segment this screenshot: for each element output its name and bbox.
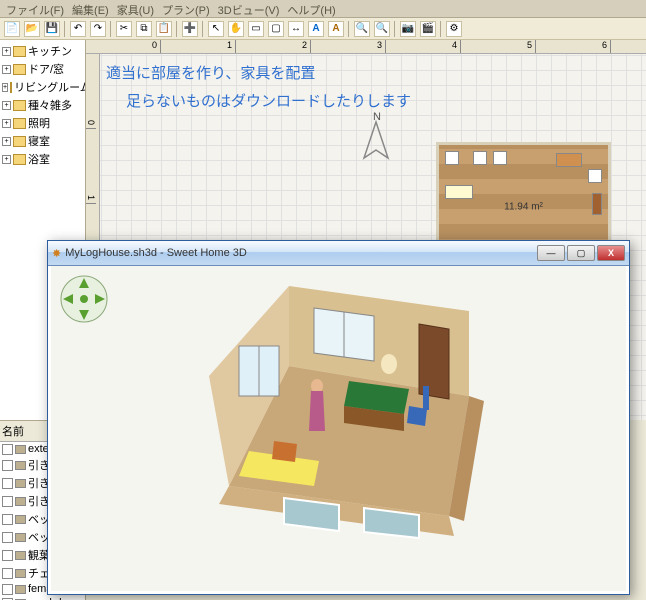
- select-icon[interactable]: ↖: [208, 21, 224, 37]
- 3d-view-window[interactable]: ✸ MyLogHouse.sh3d - Sweet Home 3D — ▢ X: [47, 240, 630, 595]
- expand-icon[interactable]: +: [2, 137, 11, 146]
- folder-icon: [13, 46, 26, 57]
- expand-icon[interactable]: +: [2, 83, 8, 92]
- menu-3dview[interactable]: 3Dビュー(V): [216, 2, 282, 15]
- folder-icon: [13, 154, 26, 165]
- 3d-room: [179, 286, 499, 546]
- expand-icon[interactable]: +: [2, 155, 11, 164]
- nav-widget[interactable]: [59, 274, 109, 324]
- tree-item-bath[interactable]: 浴室: [28, 151, 50, 167]
- annotation-1: 適当に部屋を作り、家具を配置: [106, 62, 315, 83]
- folder-icon: [13, 118, 26, 129]
- plan-door[interactable]: [592, 193, 602, 215]
- plan-chair[interactable]: [588, 169, 602, 183]
- expand-icon[interactable]: +: [2, 101, 11, 110]
- undo-icon[interactable]: ↶: [70, 21, 86, 37]
- compass-icon[interactable]: N: [356, 110, 396, 168]
- menu-plan[interactable]: プラン(P): [160, 2, 212, 15]
- folder-icon: [10, 82, 12, 93]
- room-icon[interactable]: ▢: [268, 21, 284, 37]
- dimension-icon[interactable]: ↔: [288, 21, 304, 37]
- close-button[interactable]: X: [597, 245, 625, 261]
- text-icon-2[interactable]: A: [328, 21, 344, 37]
- video-icon[interactable]: 🎬: [420, 21, 436, 37]
- folder-icon: [13, 136, 26, 147]
- menu-file[interactable]: ファイル(F): [4, 2, 66, 15]
- menu-bar: ファイル(F) 編集(E) 家具(U) プラン(P) 3Dビュー(V) ヘルプ(…: [0, 0, 646, 18]
- open-icon[interactable]: 📂: [24, 21, 40, 37]
- folder-icon: [13, 64, 26, 75]
- tree-item-doors[interactable]: ドア/窓: [28, 61, 64, 77]
- expand-icon[interactable]: +: [2, 47, 11, 56]
- 3d-viewport[interactable]: [51, 266, 626, 591]
- menu-help[interactable]: ヘルプ(H): [285, 2, 337, 15]
- ruler-horizontal: 0123456: [86, 40, 646, 54]
- settings-icon[interactable]: ⚙: [446, 21, 462, 37]
- text-icon[interactable]: A: [308, 21, 324, 37]
- room-area-label: 11.94 m²: [504, 202, 543, 213]
- photo-icon[interactable]: 📷: [400, 21, 416, 37]
- new-icon[interactable]: 📄: [4, 21, 20, 37]
- menu-edit[interactable]: 編集(E): [70, 2, 111, 15]
- pan-icon[interactable]: ✋: [228, 21, 244, 37]
- tree-item-misc[interactable]: 種々雑多: [28, 97, 72, 113]
- redo-icon[interactable]: ↷: [90, 21, 106, 37]
- tree-item-lights[interactable]: 照明: [28, 115, 50, 131]
- plan-bed[interactable]: [445, 185, 473, 199]
- cut-icon[interactable]: ✂: [116, 21, 132, 37]
- add-furniture-icon[interactable]: ➕: [182, 21, 198, 37]
- modified-icon: ✸: [52, 247, 61, 260]
- folder-icon: [13, 100, 26, 111]
- titlebar[interactable]: ✸ MyLogHouse.sh3d - Sweet Home 3D — ▢ X: [48, 241, 629, 266]
- wall-icon[interactable]: ▭: [248, 21, 264, 37]
- tree-item-kitchen[interactable]: キッチン: [28, 43, 72, 59]
- list-item[interactable]: porch-l: [0, 596, 85, 600]
- copy-icon[interactable]: ⧉: [136, 21, 152, 37]
- menu-furniture[interactable]: 家具(U): [115, 2, 156, 15]
- plan-furniture[interactable]: [445, 151, 459, 165]
- svg-text:N: N: [373, 111, 381, 123]
- maximize-button[interactable]: ▢: [567, 245, 595, 261]
- expand-icon[interactable]: +: [2, 119, 11, 128]
- zoom-in-icon[interactable]: 🔍: [374, 21, 390, 37]
- toolbar: 📄 📂 💾 ↶ ↷ ✂ ⧉ 📋 ➕ ↖ ✋ ▭ ▢ ↔ A A 🔍 🔍 📷 🎬 …: [0, 18, 646, 40]
- plan-furniture[interactable]: [493, 151, 507, 165]
- plan-furniture[interactable]: [473, 151, 487, 165]
- zoom-out-icon[interactable]: 🔍: [354, 21, 370, 37]
- tree-item-bedroom[interactable]: 寝室: [28, 133, 50, 149]
- annotation-2: 足らないものはダウンロードしたりします: [126, 90, 411, 111]
- plan-desk[interactable]: [556, 153, 582, 167]
- window-title: MyLogHouse.sh3d - Sweet Home 3D: [65, 247, 537, 259]
- minimize-button[interactable]: —: [537, 245, 565, 261]
- tree-item-living[interactable]: リビングルーム: [14, 79, 86, 95]
- paste-icon[interactable]: 📋: [156, 21, 172, 37]
- save-icon[interactable]: 💾: [44, 21, 60, 37]
- expand-icon[interactable]: +: [2, 65, 11, 74]
